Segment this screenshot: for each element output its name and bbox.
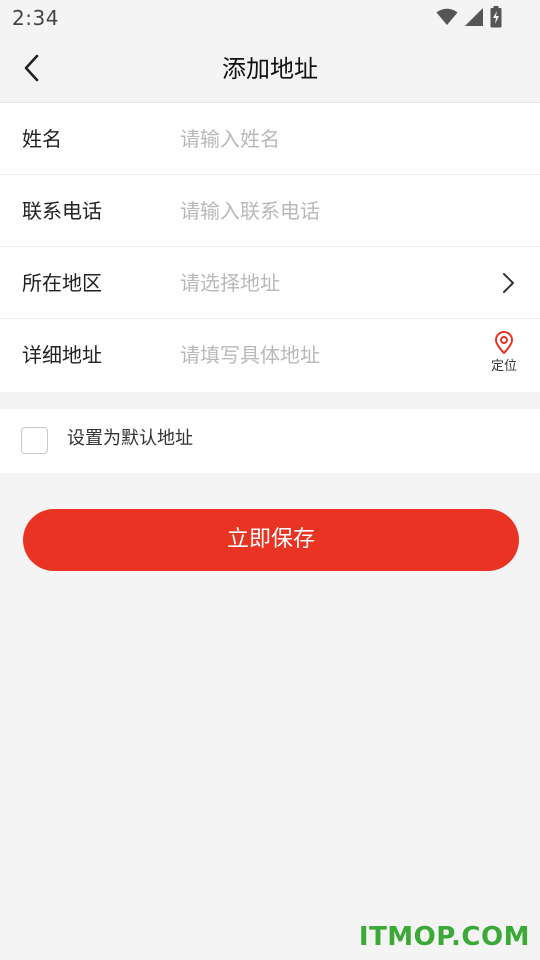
signal-icon bbox=[464, 7, 484, 27]
name-label: 姓名 bbox=[22, 127, 62, 151]
phone-label: 联系电话 bbox=[22, 199, 102, 223]
status-icons bbox=[436, 6, 502, 28]
default-address-label[interactable]: 设置为默认地址 bbox=[67, 409, 193, 469]
location-pin-icon bbox=[493, 331, 515, 359]
status-bar: 2:34 bbox=[0, 0, 540, 38]
chevron-right-icon[interactable] bbox=[498, 271, 518, 295]
phone-row: 联系电话 bbox=[0, 175, 540, 247]
region-select[interactable]: 请选择地址 bbox=[180, 247, 280, 319]
battery-charging-icon bbox=[490, 6, 502, 28]
detail-label: 详细地址 bbox=[22, 343, 102, 367]
default-address-panel: 设置为默认地址 bbox=[0, 409, 540, 473]
default-address-checkbox[interactable] bbox=[21, 427, 48, 454]
wifi-icon bbox=[436, 8, 458, 26]
status-time: 2:34 bbox=[12, 6, 59, 30]
phone-input[interactable] bbox=[180, 193, 470, 229]
save-button[interactable]: 立即保存 bbox=[23, 509, 519, 571]
page-title: 添加地址 bbox=[222, 55, 318, 83]
locate-button[interactable]: 定位 bbox=[486, 331, 522, 375]
region-label: 所在地区 bbox=[22, 271, 102, 295]
name-row: 姓名 bbox=[0, 103, 540, 175]
header: 添加地址 bbox=[0, 38, 540, 103]
name-input[interactable] bbox=[180, 121, 470, 157]
watermark-logo: ITMOP.COM bbox=[358, 922, 530, 952]
region-row[interactable]: 所在地区 请选择地址 bbox=[0, 247, 540, 319]
detail-address-input[interactable] bbox=[180, 337, 470, 373]
locate-label: 定位 bbox=[490, 359, 517, 374]
address-form: 姓名 联系电话 所在地区 请选择地址 详细地址 定位 bbox=[0, 103, 540, 392]
detail-row: 详细地址 定位 bbox=[0, 319, 540, 392]
